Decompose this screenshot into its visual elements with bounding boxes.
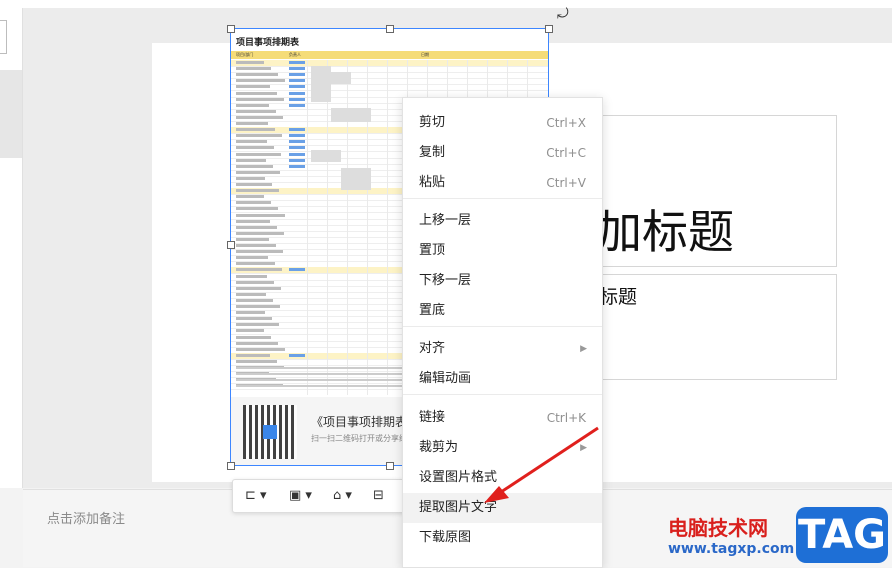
arrow-shaft (497, 426, 599, 496)
red-arrow-annotation (484, 426, 599, 503)
